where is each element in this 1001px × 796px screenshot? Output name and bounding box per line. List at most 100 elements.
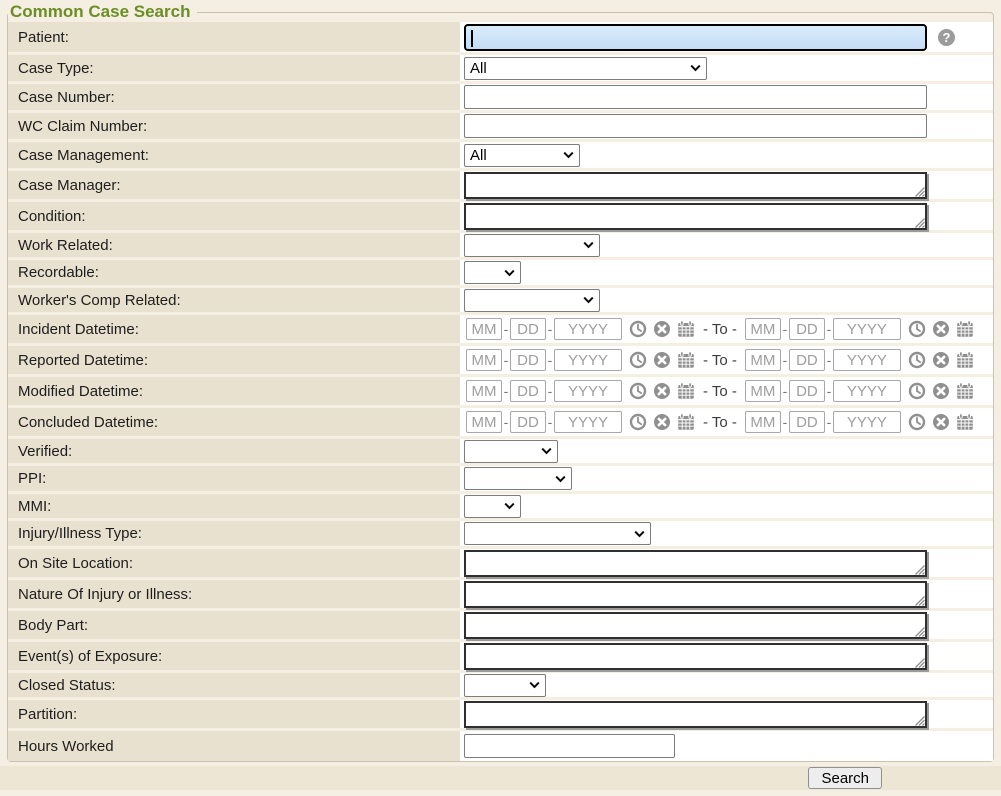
modified-datetime-from-day-input[interactable]: DD	[510, 380, 546, 402]
concluded-datetime-to-year-input[interactable]: YYYY	[833, 411, 901, 433]
modified-datetime-from-month-input[interactable]: MM	[466, 380, 502, 402]
patient-input[interactable]	[464, 24, 927, 51]
incident-datetime-from-icons	[629, 320, 695, 338]
incident-datetime-label: Incident Datetime:	[8, 315, 460, 343]
clear-icon[interactable]	[932, 320, 950, 338]
resize-grip-icon[interactable]	[915, 627, 925, 637]
patient-value-cell: ?	[460, 22, 993, 52]
reported-datetime-to-separator: - To -	[703, 352, 737, 369]
recordable-select[interactable]	[464, 261, 521, 284]
concluded-datetime-to-month-input[interactable]: MM	[745, 411, 781, 433]
clear-icon[interactable]	[932, 382, 950, 400]
chevron-down-icon	[583, 242, 594, 249]
reported-datetime-to-year-input[interactable]: YYYY	[833, 349, 901, 371]
resize-grip-icon[interactable]	[915, 565, 925, 575]
help-icon[interactable]: ?	[938, 29, 955, 46]
incident-datetime-to-month-input[interactable]: MM	[745, 318, 781, 340]
ppi-select[interactable]	[464, 467, 572, 490]
calendar-icon[interactable]	[677, 320, 695, 338]
incident-datetime-to-year-input[interactable]: YYYY	[833, 318, 901, 340]
concluded-datetime-from-month-input[interactable]: MM	[466, 411, 502, 433]
modified-datetime-to-separator: -	[781, 383, 789, 399]
reported-datetime-from-day-input[interactable]: DD	[510, 349, 546, 371]
time-icon[interactable]	[908, 320, 926, 338]
form-row-case-type: Case Type:All	[8, 55, 993, 84]
on-site-location-textarea[interactable]	[464, 550, 927, 577]
hours-worked-input[interactable]	[464, 734, 675, 758]
reported-datetime-to-icons	[908, 351, 974, 369]
resize-grip-icon[interactable]	[915, 658, 925, 668]
search-button[interactable]: Search	[808, 767, 882, 789]
time-icon[interactable]	[908, 413, 926, 431]
clear-icon[interactable]	[653, 382, 671, 400]
calendar-icon[interactable]	[677, 382, 695, 400]
partition-textarea[interactable]	[464, 701, 927, 728]
mmi-select[interactable]	[464, 495, 521, 518]
incident-datetime-to-day-input[interactable]: DD	[789, 318, 825, 340]
modified-datetime-value-cell: MM-DD-YYYY- To -MM-DD-YYYY	[460, 377, 993, 405]
concluded-datetime-from-day-input[interactable]: DD	[510, 411, 546, 433]
calendar-icon[interactable]	[677, 351, 695, 369]
reported-datetime-to-day-input[interactable]: DD	[789, 349, 825, 371]
workers-comp-related-select[interactable]	[464, 289, 600, 312]
condition-textarea[interactable]	[464, 203, 927, 230]
resize-grip-icon[interactable]	[915, 716, 925, 726]
case-management-select[interactable]: All	[464, 144, 580, 167]
time-icon[interactable]	[629, 351, 647, 369]
events-of-exposure-textarea[interactable]	[464, 643, 927, 670]
case-type-select[interactable]: All	[464, 57, 707, 80]
time-icon[interactable]	[629, 413, 647, 431]
incident-datetime-from-day-input[interactable]: DD	[510, 318, 546, 340]
time-icon[interactable]	[629, 320, 647, 338]
clear-icon[interactable]	[653, 413, 671, 431]
recordable-label: Recordable:	[8, 260, 460, 285]
workers-comp-related-label: Worker's Comp Related:	[8, 288, 460, 312]
time-icon[interactable]	[908, 351, 926, 369]
nature-of-injury-label: Nature Of Injury or Illness:	[8, 580, 460, 608]
wc-claim-number-input[interactable]	[464, 114, 927, 138]
patient-text-caret	[471, 30, 473, 47]
modified-datetime-from-year-input[interactable]: YYYY	[554, 380, 622, 402]
injury-illness-type-select[interactable]	[464, 522, 651, 545]
closed-status-select[interactable]	[464, 674, 546, 697]
calendar-icon[interactable]	[677, 413, 695, 431]
work-related-select[interactable]	[464, 234, 600, 257]
incident-datetime-from-month-input[interactable]: MM	[466, 318, 502, 340]
form-row-hours-worked: Hours Worked	[8, 731, 993, 761]
concluded-datetime-value-cell: MM-DD-YYYY- To -MM-DD-YYYY	[460, 408, 993, 436]
modified-datetime-to-year-input[interactable]: YYYY	[833, 380, 901, 402]
body-part-textarea[interactable]	[464, 612, 927, 639]
body-part-value-cell	[460, 611, 993, 639]
resize-grip-icon[interactable]	[915, 596, 925, 606]
case-manager-textarea[interactable]	[464, 172, 927, 199]
clear-icon[interactable]	[653, 351, 671, 369]
calendar-icon[interactable]	[956, 320, 974, 338]
form-row-case-number: Case Number:	[8, 84, 993, 113]
resize-grip-icon[interactable]	[915, 218, 925, 228]
case-number-input[interactable]	[464, 85, 927, 109]
clear-icon[interactable]	[932, 413, 950, 431]
clear-icon[interactable]	[653, 320, 671, 338]
calendar-icon[interactable]	[956, 351, 974, 369]
modified-datetime-to-day-input[interactable]: DD	[789, 380, 825, 402]
reported-datetime-from-month-input[interactable]: MM	[466, 349, 502, 371]
hours-worked-value-cell	[460, 731, 993, 761]
condition-label: Condition:	[8, 202, 460, 230]
nature-of-injury-textarea[interactable]	[464, 581, 927, 608]
chevron-down-icon	[583, 297, 594, 304]
verified-select[interactable]	[464, 440, 558, 463]
reported-datetime-from-year-input[interactable]: YYYY	[554, 349, 622, 371]
clear-icon[interactable]	[932, 351, 950, 369]
modified-datetime-date-range: MM-DD-YYYY- To -MM-DD-YYYY	[466, 380, 974, 402]
modified-datetime-to-month-input[interactable]: MM	[745, 380, 781, 402]
concluded-datetime-to-day-input[interactable]: DD	[789, 411, 825, 433]
reported-datetime-to-month-input[interactable]: MM	[745, 349, 781, 371]
concluded-datetime-from-year-input[interactable]: YYYY	[554, 411, 622, 433]
form-row-ppi: PPI:	[8, 466, 993, 494]
incident-datetime-from-year-input[interactable]: YYYY	[554, 318, 622, 340]
time-icon[interactable]	[908, 382, 926, 400]
calendar-icon[interactable]	[956, 382, 974, 400]
calendar-icon[interactable]	[956, 413, 974, 431]
time-icon[interactable]	[629, 382, 647, 400]
resize-grip-icon[interactable]	[915, 187, 925, 197]
